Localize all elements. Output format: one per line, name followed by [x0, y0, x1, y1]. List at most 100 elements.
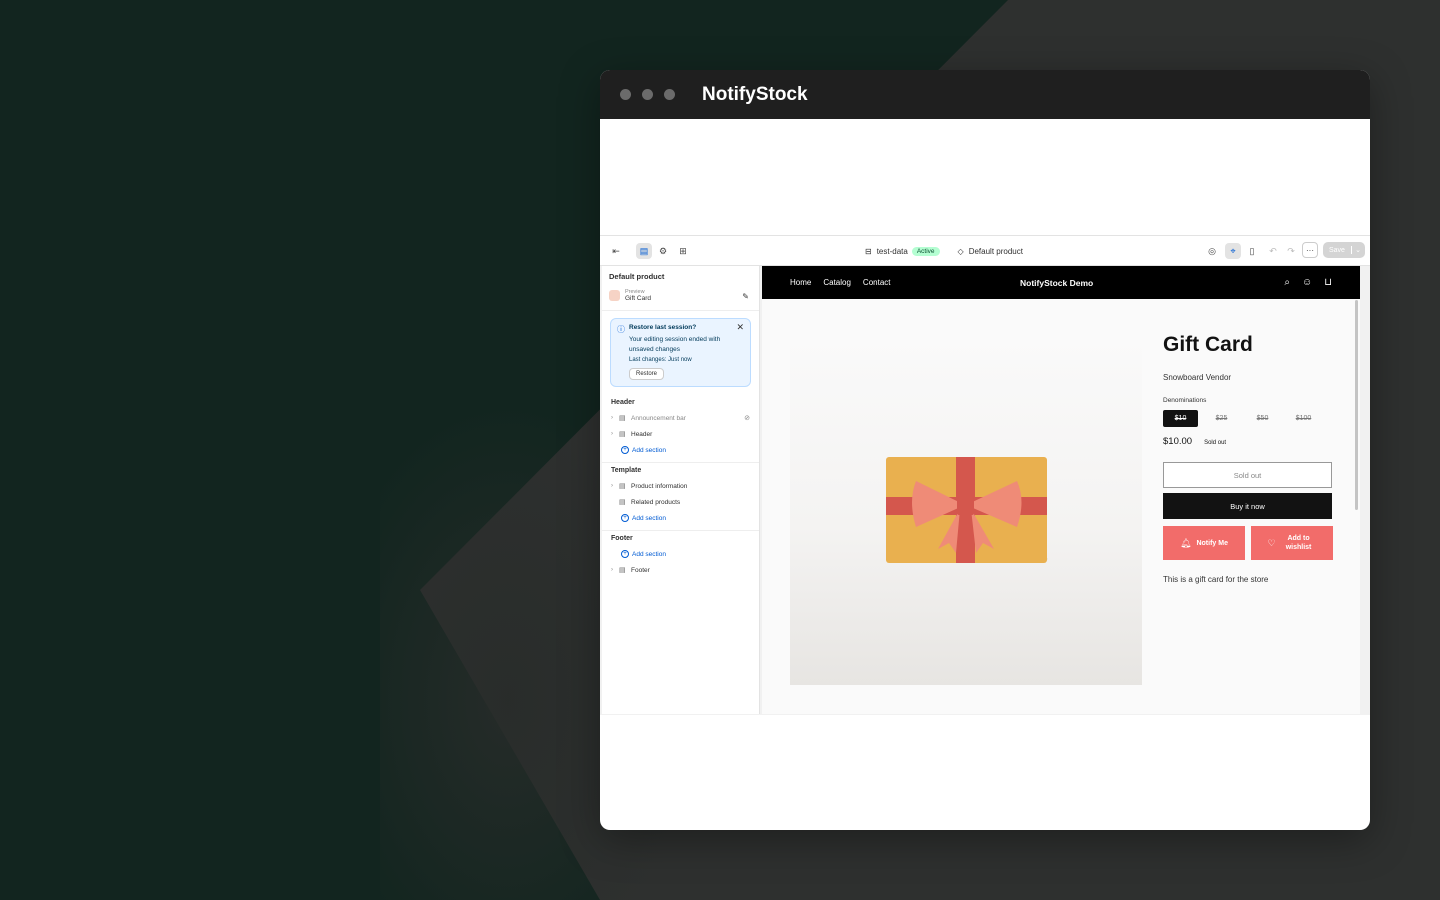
store-header: Home Catalog Contact NotifyStock Demo ⌕ … — [762, 266, 1360, 299]
template-selector[interactable]: Default product — [969, 247, 1023, 256]
theme-editor: ⇤ ▤ ⚙ ⊞ ⊟ test-data Active ◇ Default pro… — [600, 235, 1370, 715]
chevron-right-icon[interactable]: › — [611, 567, 619, 573]
title-bar: NotifyStock — [600, 70, 1370, 119]
undo-icon[interactable]: ↶ — [1265, 243, 1281, 259]
add-to-wishlist-button[interactable]: ♡ Add to wishlist — [1251, 526, 1333, 560]
heart-icon: ♡ — [1267, 537, 1276, 548]
exit-icon[interactable]: ⇤ — [608, 243, 624, 259]
editor-toolbar: ⇤ ▤ ⚙ ⊞ ⊟ test-data Active ◇ Default pro… — [600, 236, 1370, 266]
section-label: Product information — [631, 482, 688, 490]
info-icon: ⓘ — [617, 325, 625, 334]
close-icon[interactable]: ✕ — [736, 322, 744, 333]
notify-me-label: Notify Me — [1196, 539, 1228, 547]
plus-circle-icon: + — [621, 550, 629, 558]
eye-hidden-icon[interactable]: ⊘ — [744, 414, 750, 422]
denomination-option[interactable]: $10 — [1163, 410, 1198, 427]
account-icon[interactable]: ☺ — [1302, 277, 1312, 288]
window-close-dot[interactable] — [620, 89, 631, 100]
section-icon: ▤ — [619, 567, 626, 574]
denominations-label: Denominations — [1163, 397, 1207, 404]
restore-title: Restore last session? — [629, 324, 697, 331]
denomination-option[interactable]: $50 — [1245, 410, 1280, 427]
header-group: Header › ▤ Announcement bar ⊘ › ▤ Header… — [602, 395, 759, 463]
save-button-label: Save — [1329, 246, 1345, 254]
section-announcement-bar[interactable]: › ▤ Announcement bar ⊘ — [611, 410, 750, 426]
sidebar-title: Default product — [609, 272, 665, 281]
bell-icon: 🔔︎ — [1180, 537, 1192, 548]
preview-scrollbar[interactable] — [1355, 300, 1358, 510]
add-section-button[interactable]: + Add section — [611, 442, 750, 458]
group-title-header: Header — [611, 399, 635, 406]
add-to-wishlist-label: Add to wishlist — [1285, 535, 1312, 551]
mobile-preview-icon[interactable]: ▯ — [1244, 243, 1260, 259]
section-label: Footer — [631, 566, 650, 574]
sold-out-tag: Sold out — [1204, 440, 1227, 446]
restore-button[interactable]: Restore — [629, 368, 665, 380]
section-related-products[interactable]: ▤ Related products — [611, 494, 750, 510]
apps-icon[interactable]: ⊞ — [675, 243, 691, 259]
editor-sidebar: Default product Preview Gift Card ✎ ⓘ ✕ … — [602, 266, 760, 714]
save-button[interactable]: Save ⌄ — [1323, 242, 1365, 258]
status-badge: Active — [911, 246, 940, 256]
chevron-right-icon[interactable]: › — [611, 415, 619, 421]
restore-body: Your editing session ended with unsaved … — [629, 336, 721, 353]
inspector-icon[interactable]: ◎ — [1204, 243, 1220, 259]
section-product-information[interactable]: › ▤ Product information — [611, 478, 750, 494]
more-actions-button[interactable]: ··· — [1302, 242, 1318, 258]
product-image — [790, 333, 1142, 685]
product-title: Gift Card — [1163, 333, 1253, 356]
preview-selector[interactable]: Preview Gift Card ✎ — [602, 287, 759, 311]
product-info: Gift Card Snowboard Vendor Denominations… — [1163, 333, 1333, 584]
buy-now-button[interactable]: Buy it now — [1163, 493, 1332, 519]
tag-icon: ◇ — [957, 246, 964, 256]
section-header[interactable]: › ▤ Header — [611, 426, 750, 442]
notify-me-button[interactable]: 🔔︎ Notify Me — [1163, 526, 1245, 560]
denomination-option[interactable]: $100 — [1286, 410, 1321, 427]
sections-icon[interactable]: ▤ — [636, 243, 652, 259]
section-footer[interactable]: › ▤ Footer — [611, 562, 750, 578]
product-description: This is a gift card for the store — [1163, 575, 1269, 584]
store-preview: Home Catalog Contact NotifyStock Demo ⌕ … — [762, 266, 1360, 714]
product-price: $10.00 — [1163, 436, 1193, 447]
window-maximize-dot[interactable] — [664, 89, 675, 100]
add-section-label: Add section — [632, 550, 666, 558]
plus-circle-icon: + — [621, 446, 629, 454]
select-cursor-icon[interactable]: ⌖ — [1225, 243, 1241, 259]
add-section-button[interactable]: + Add section — [611, 510, 750, 526]
section-icon: ▤ — [619, 483, 626, 490]
window-minimize-dot[interactable] — [642, 89, 653, 100]
section-icon: ▤ — [619, 431, 626, 438]
product-vendor: Snowboard Vendor — [1163, 373, 1232, 382]
nav-home[interactable]: Home — [790, 278, 811, 287]
group-title-template: Template — [611, 467, 642, 474]
theme-name[interactable]: test-data — [877, 247, 908, 256]
toolbar-center: ⊟ test-data Active ◇ Default product — [865, 236, 1023, 266]
nav-catalog[interactable]: Catalog — [823, 278, 851, 287]
plus-circle-icon: + — [621, 514, 629, 522]
section-label: Header — [631, 430, 653, 438]
section-icon: ▤ — [619, 499, 626, 506]
add-section-label: Add section — [632, 446, 666, 454]
gift-box-image — [886, 457, 1048, 563]
save-dropdown-icon[interactable]: ⌄ — [1351, 246, 1361, 254]
denomination-option[interactable]: $25 — [1204, 410, 1239, 427]
edit-pencil-icon[interactable]: ✎ — [742, 292, 749, 301]
restore-last-changes: Last changes: Just now — [629, 357, 692, 363]
redo-icon[interactable]: ↷ — [1283, 243, 1299, 259]
section-icon: ▤ — [619, 415, 626, 422]
store-name[interactable]: NotifyStock Demo — [1020, 278, 1093, 288]
chevron-right-icon[interactable]: › — [611, 431, 619, 437]
sold-out-button[interactable]: Sold out — [1163, 462, 1332, 488]
section-label: Announcement bar — [631, 414, 686, 422]
gift-card-thumbnail — [609, 290, 620, 301]
add-section-label: Add section — [632, 514, 666, 522]
app-window: NotifyStock ⇤ ▤ ⚙ ⊞ ⊟ test-data Active ◇… — [600, 70, 1370, 830]
preview-value: Gift Card — [625, 295, 652, 302]
footer-group: Footer + Add section › ▤ Footer — [602, 531, 759, 582]
nav-contact[interactable]: Contact — [863, 278, 891, 287]
settings-gear-icon[interactable]: ⚙ — [655, 243, 671, 259]
add-section-button[interactable]: + Add section — [611, 546, 750, 562]
cart-icon[interactable]: ⊔ — [1324, 277, 1332, 288]
search-icon[interactable]: ⌕ — [1284, 277, 1290, 288]
chevron-right-icon[interactable]: › — [611, 483, 619, 489]
